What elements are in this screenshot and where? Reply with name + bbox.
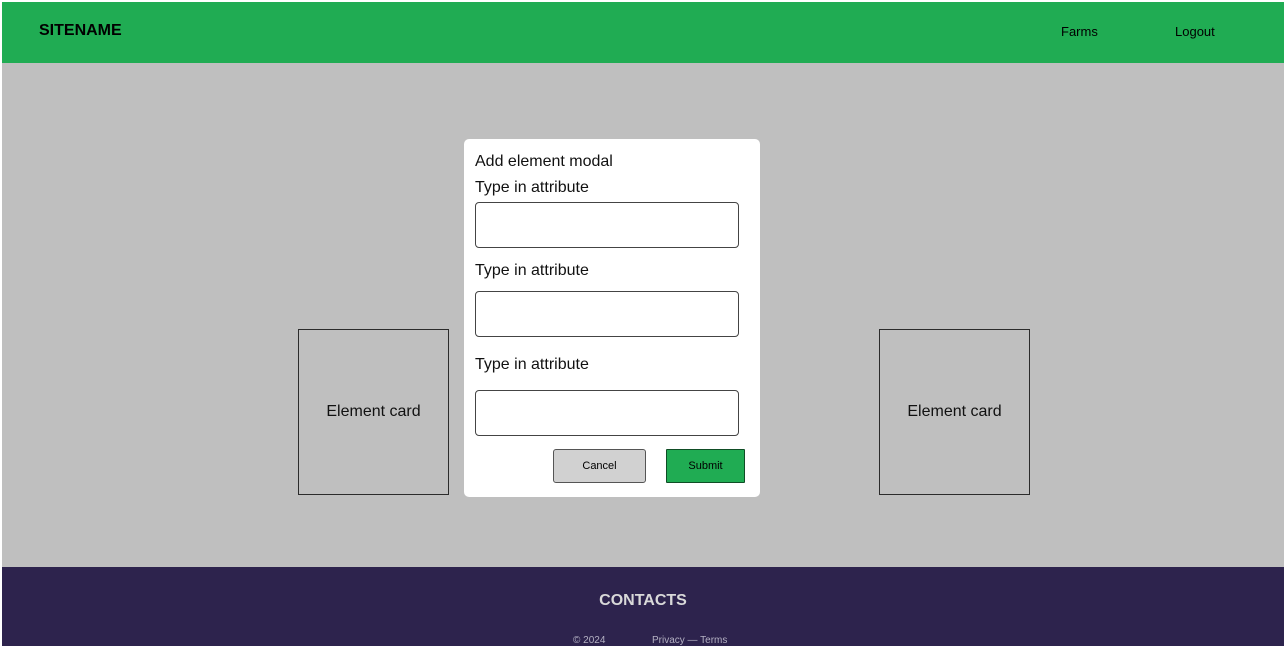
nav-link-farms[interactable]: Farms — [1061, 24, 1098, 40]
attribute-input-1[interactable] — [475, 202, 739, 248]
nav-link-logout[interactable]: Logout — [1175, 24, 1215, 40]
element-card[interactable]: Element card — [298, 329, 449, 495]
element-card[interactable]: Element card — [879, 329, 1030, 495]
add-element-modal: Add element modal Type in attribute Type… — [464, 139, 760, 497]
element-card-label: Element card — [326, 403, 421, 420]
footer-links[interactable]: Privacy — Terms — [652, 635, 727, 646]
attribute-label-1: Type in attribute — [475, 179, 589, 196]
attribute-label-2: Type in attribute — [475, 262, 589, 279]
attribute-input-3[interactable] — [475, 390, 739, 436]
footer-title: CONTACTS — [599, 592, 687, 609]
site-header: SITENAME Farms Logout — [2, 2, 1284, 63]
attribute-input-2[interactable] — [475, 291, 739, 337]
attribute-label-3: Type in attribute — [475, 356, 589, 373]
cancel-button[interactable]: Cancel — [553, 449, 646, 483]
element-card-label: Element card — [907, 403, 1002, 420]
submit-button[interactable]: Submit — [666, 449, 745, 483]
modal-title: Add element modal — [475, 153, 613, 170]
footer-copyright: © 2024 — [573, 635, 606, 646]
site-footer: CONTACTS © 2024 Privacy — Terms — [2, 567, 1284, 646]
site-brand[interactable]: SITENAME — [39, 21, 122, 41]
